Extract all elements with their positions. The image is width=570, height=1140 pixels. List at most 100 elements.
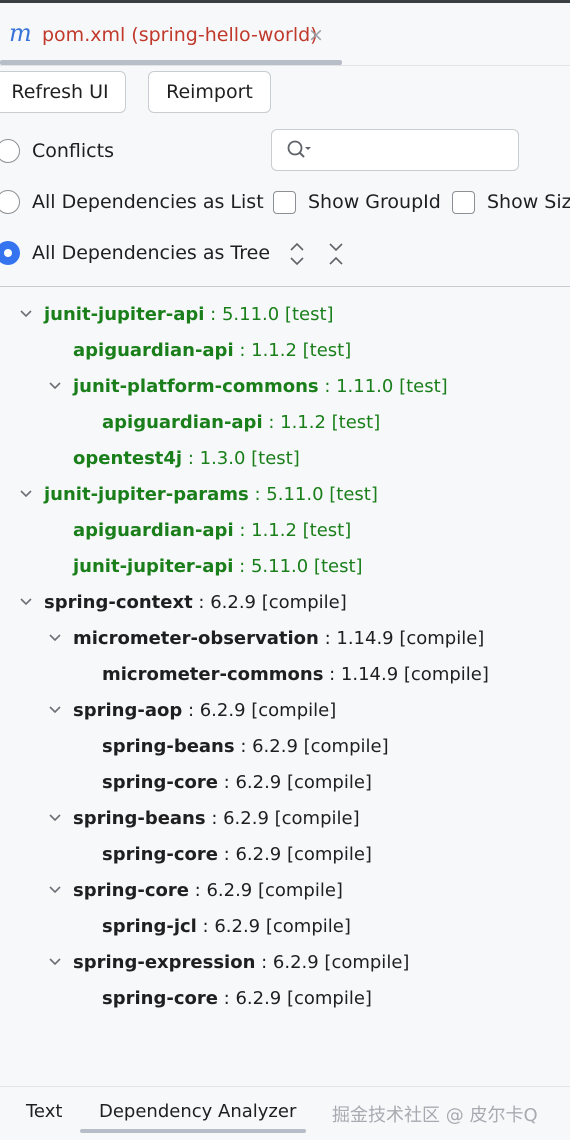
chevron-down-icon[interactable]: [18, 307, 34, 321]
dependency-version-scope: : 5.11.0 [test]: [233, 555, 363, 577]
dependency-version-scope: : 1.3.0 [test]: [182, 447, 300, 469]
dependency-name: spring-jcl: [102, 915, 197, 937]
tree-label: All Dependencies as Tree: [32, 242, 271, 264]
tree-row[interactable]: spring-core : 6.2.9 [compile]: [102, 764, 372, 800]
tree-row[interactable]: spring-expression : 6.2.9 [compile]: [49, 944, 410, 980]
dependency-name: apiguardian-api: [73, 519, 234, 541]
dependency-name: spring-core: [102, 843, 218, 865]
close-icon[interactable]: ×: [308, 23, 324, 47]
dependency-name: junit-jupiter-api: [73, 555, 234, 577]
chevron-down-icon[interactable]: [47, 703, 63, 717]
tree-row[interactable]: spring-beans : 6.2.9 [compile]: [49, 800, 360, 836]
chevron-down-icon[interactable]: [47, 379, 63, 393]
watermark: 掘金技术社区 @ 皮尔卡Q: [332, 1105, 538, 1126]
tree-row[interactable]: apiguardian-api : 1.1.2 [test]: [102, 404, 380, 440]
bottom-tab-bar: Text Dependency Analyzer 掘金技术社区 @ 皮尔卡Q: [0, 1086, 570, 1140]
tree-row[interactable]: apiguardian-api : 1.1.2 [test]: [73, 512, 351, 548]
tree-row[interactable]: junit-jupiter-api : 5.11.0 [test]: [20, 296, 334, 332]
dependency-version-scope: : 1.11.0 [test]: [318, 375, 448, 397]
dependency-name: apiguardian-api: [73, 339, 234, 361]
list-label: All Dependencies as List: [32, 191, 264, 213]
conflicts-label: Conflicts: [32, 140, 114, 162]
list-option[interactable]: All Dependencies as List: [0, 187, 264, 217]
dependency-version-scope: : 5.11.0 [test]: [204, 303, 334, 325]
dependency-version-scope: : 6.2.9 [compile]: [192, 591, 347, 613]
dependency-version-scope: : 6.2.9 [compile]: [217, 987, 372, 1009]
collapse-all-icon[interactable]: [326, 241, 346, 267]
chevron-down-icon[interactable]: [18, 487, 34, 501]
dependency-version-scope: : 1.1.2 [test]: [233, 519, 352, 541]
conflicts-option[interactable]: Conflicts: [0, 136, 114, 166]
divider: [0, 286, 570, 287]
reimport-button[interactable]: Reimport: [148, 71, 271, 113]
show-groupid-option[interactable]: Show GroupId: [273, 187, 441, 217]
tree-row[interactable]: junit-platform-commons : 1.11.0 [test]: [49, 368, 448, 404]
tree-row[interactable]: micrometer-commons : 1.14.9 [compile]: [102, 656, 489, 692]
dependency-version-scope: : 6.2.9 [compile]: [255, 951, 410, 973]
dependency-name: junit-jupiter-api: [44, 303, 205, 325]
show-groupid-checkbox[interactable]: [273, 190, 296, 214]
dependency-name: micrometer-observation: [73, 627, 319, 649]
show-size-checkbox[interactable]: [452, 190, 475, 214]
dependency-version-scope: : 1.1.2 [test]: [262, 411, 381, 433]
tree-row[interactable]: spring-aop : 6.2.9 [compile]: [49, 692, 336, 728]
tree-row[interactable]: apiguardian-api : 1.1.2 [test]: [73, 332, 351, 368]
dependency-version-scope: : 6.2.9 [compile]: [234, 735, 389, 757]
search-icon: [287, 140, 311, 158]
dependency-version-scope: : 6.2.9 [compile]: [217, 843, 372, 865]
dependency-name: junit-jupiter-params: [44, 483, 249, 505]
dependency-version-scope: : 5.11.0 [test]: [248, 483, 378, 505]
maven-m-icon: m: [9, 19, 32, 47]
dependency-version-scope: : 1.1.2 [test]: [233, 339, 352, 361]
tree-row[interactable]: spring-beans : 6.2.9 [compile]: [102, 728, 389, 764]
tree-row[interactable]: spring-context : 6.2.9 [compile]: [20, 584, 347, 620]
chevron-down-icon[interactable]: [47, 955, 63, 969]
tree-row[interactable]: micrometer-observation : 1.14.9 [compile…: [49, 620, 484, 656]
dependency-name: apiguardian-api: [102, 411, 263, 433]
chevron-down-icon[interactable]: [47, 883, 63, 897]
dependency-name: spring-core: [102, 771, 218, 793]
tree-row[interactable]: junit-jupiter-params : 5.11.0 [test]: [20, 476, 378, 512]
dependency-name: spring-expression: [73, 951, 256, 973]
expand-all-icon[interactable]: [287, 241, 307, 267]
tree-row[interactable]: spring-jcl : 6.2.9 [compile]: [102, 908, 351, 944]
dependency-version-scope: : 6.2.9 [compile]: [196, 915, 351, 937]
dependency-version-scope: : 6.2.9 [compile]: [188, 879, 343, 901]
show-groupid-label: Show GroupId: [308, 191, 441, 213]
tree-option[interactable]: All Dependencies as Tree: [0, 238, 270, 268]
list-radio[interactable]: [0, 190, 20, 214]
active-tab-indicator: [80, 1129, 306, 1133]
dependency-name: spring-beans: [102, 735, 235, 757]
dependency-name: opentest4j: [73, 447, 183, 469]
chevron-down-icon[interactable]: [47, 811, 63, 825]
conflicts-radio[interactable]: [0, 139, 20, 163]
active-tab-indicator: [0, 60, 342, 65]
dependency-version-scope: : 6.2.9 [compile]: [217, 771, 372, 793]
chevron-down-icon[interactable]: [47, 631, 63, 645]
tree-radio[interactable]: [0, 241, 20, 265]
dependency-name: spring-core: [73, 879, 189, 901]
tab-dependency-analyzer[interactable]: Dependency Analyzer: [99, 1101, 296, 1122]
dependency-name: junit-platform-commons: [73, 375, 319, 397]
search-input[interactable]: [316, 138, 506, 162]
show-size-label: Show Size: [487, 191, 570, 213]
chevron-down-icon[interactable]: [18, 595, 34, 609]
tab-title: pom.xml (spring-hello-world): [42, 24, 318, 46]
show-size-option[interactable]: Show Size: [452, 187, 570, 217]
dependency-version-scope: : 1.14.9 [compile]: [323, 663, 489, 685]
tree-row[interactable]: spring-core : 6.2.9 [compile]: [102, 980, 372, 1016]
dependency-name: spring-core: [102, 987, 218, 1009]
tab-pom-xml[interactable]: m pom.xml (spring-hello-world) ×: [0, 3, 342, 66]
tree-row[interactable]: opentest4j : 1.3.0 [test]: [73, 440, 300, 476]
dependency-name: spring-aop: [73, 699, 183, 721]
tree-row[interactable]: spring-core : 6.2.9 [compile]: [102, 836, 372, 872]
dependency-name: micrometer-commons: [102, 663, 324, 685]
dependency-name: spring-context: [44, 591, 193, 613]
search-field[interactable]: [271, 129, 519, 171]
dependency-version-scope: : 6.2.9 [compile]: [205, 807, 360, 829]
dependency-name: spring-beans: [73, 807, 206, 829]
tab-text[interactable]: Text: [26, 1101, 62, 1122]
tree-row[interactable]: junit-jupiter-api : 5.11.0 [test]: [73, 548, 363, 584]
refresh-ui-button[interactable]: Refresh UI: [0, 71, 126, 113]
tree-row[interactable]: spring-core : 6.2.9 [compile]: [49, 872, 343, 908]
